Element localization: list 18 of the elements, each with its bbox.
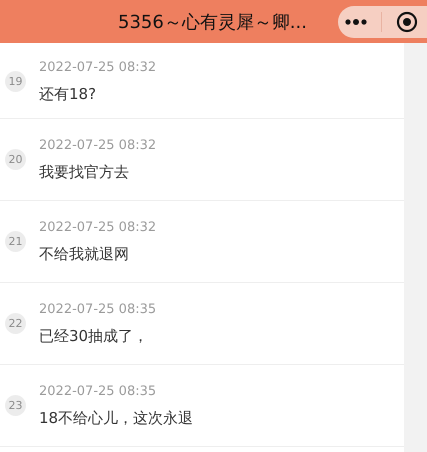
comment-text: 还有18? <box>39 84 98 104</box>
more-icon[interactable] <box>345 18 367 24</box>
comment-time: 2022-07-25 08:32 <box>39 60 158 74</box>
comment-time: 2022-07-25 08:35 <box>39 302 158 316</box>
comment-text: 不给我就退网 <box>39 244 130 264</box>
comment-time: 2022-07-25 08:32 <box>39 138 158 152</box>
floor-number: 21 <box>5 231 26 252</box>
window-title: 5356～心有灵犀～卿... <box>117 10 307 34</box>
comment-text: 已经30抽成了， <box>39 326 150 346</box>
comment-text: 我要找官方去 <box>39 162 130 182</box>
close-icon[interactable] <box>396 10 418 32</box>
floor-number: 22 <box>5 313 26 334</box>
comment-text: 18不给心儿，这次永退 <box>39 408 194 428</box>
comment-time: 2022-07-25 08:32 <box>39 220 158 234</box>
comment-time: 2022-07-25 08:35 <box>39 384 158 398</box>
floor-number: 19 <box>5 71 26 92</box>
floor-number: 23 <box>5 395 26 416</box>
floor-number: 20 <box>5 149 26 170</box>
